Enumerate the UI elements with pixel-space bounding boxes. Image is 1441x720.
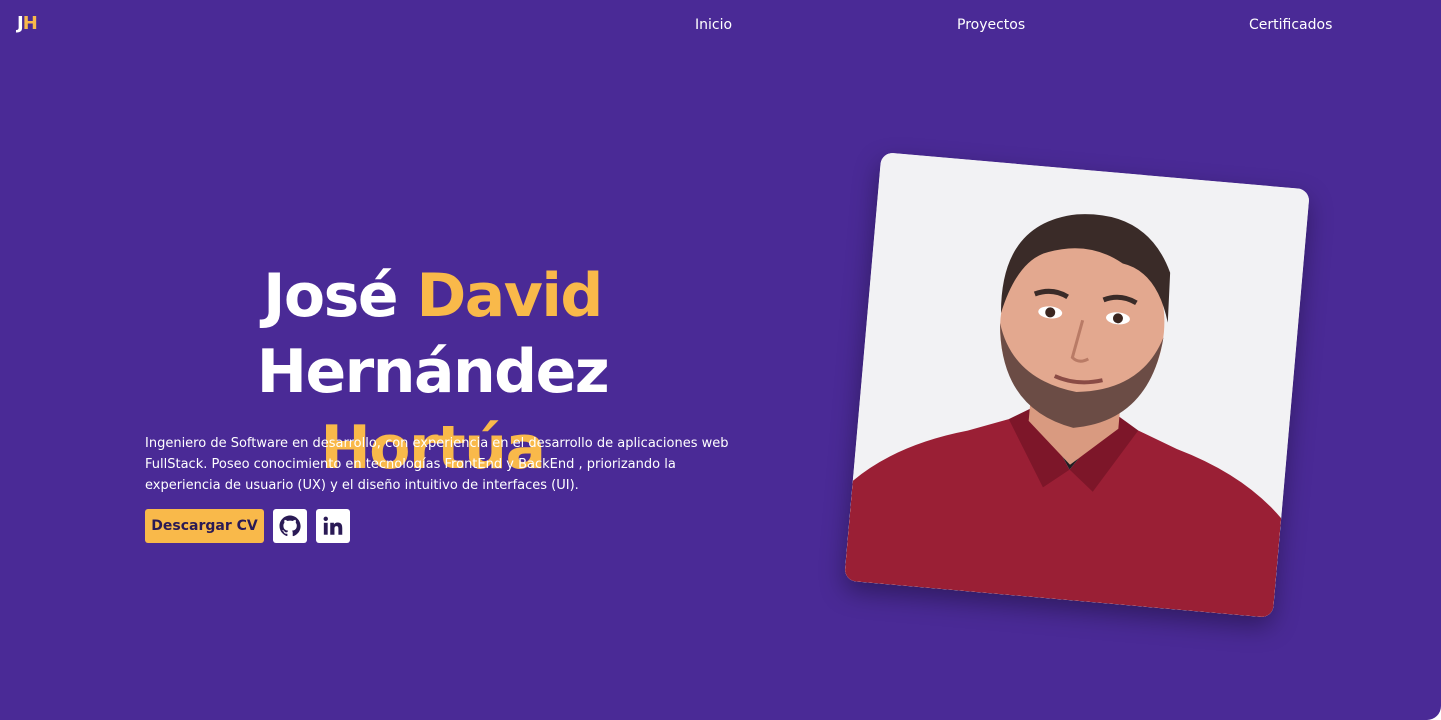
name-word-hernandez: Hernández bbox=[256, 337, 610, 407]
linkedin-button[interactable] bbox=[316, 509, 350, 543]
nav-link-proyectos[interactable]: Proyectos bbox=[957, 17, 1025, 33]
github-button[interactable] bbox=[273, 509, 307, 543]
logo[interactable]: JH bbox=[17, 13, 38, 34]
linkedin-icon bbox=[323, 516, 343, 535]
name-word-david: David bbox=[416, 261, 603, 331]
profile-photo bbox=[844, 152, 1310, 618]
github-icon bbox=[279, 515, 301, 537]
hero-page: JH Inicio Proyectos Certificados José Da… bbox=[0, 0, 1441, 720]
nav-link-certificados[interactable]: Certificados bbox=[1249, 17, 1332, 33]
logo-letter-h: H bbox=[22, 13, 38, 34]
nav-link-inicio[interactable]: Inicio bbox=[695, 17, 732, 33]
download-cv-button[interactable]: Descargar CV bbox=[145, 509, 264, 543]
profile-portrait bbox=[844, 152, 1310, 618]
name-word-jose: José bbox=[263, 261, 398, 331]
hero-description: Ingeniero de Software en desarrollo, con… bbox=[145, 436, 729, 493]
